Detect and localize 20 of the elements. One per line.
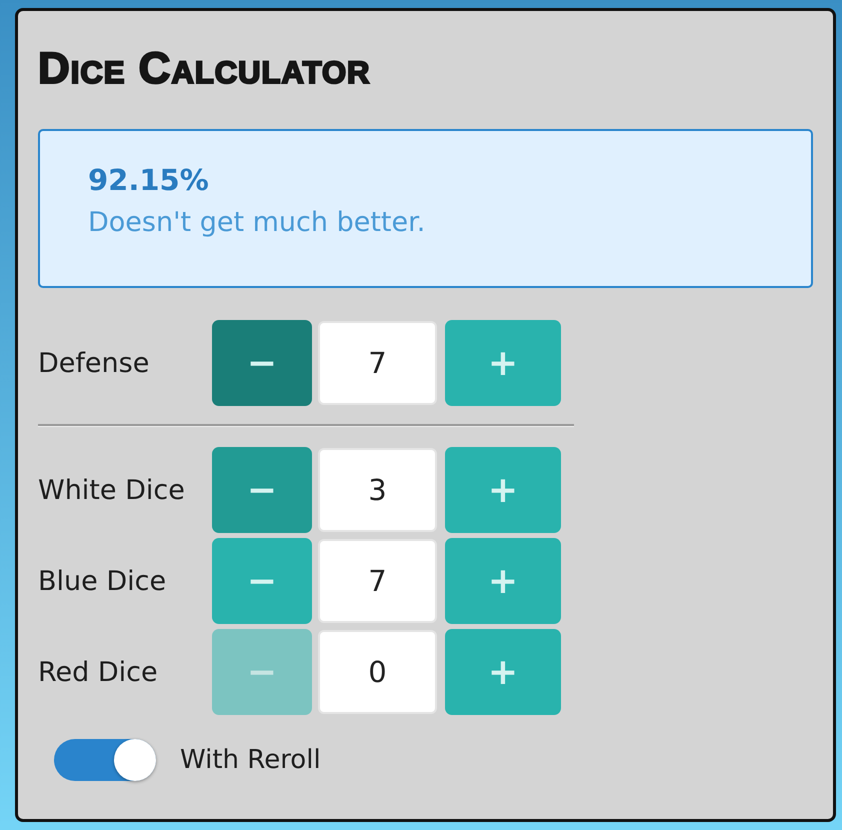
row-label: Defense	[38, 348, 150, 378]
value-field[interactable]: 3	[318, 448, 437, 532]
row-label: Blue Dice	[38, 566, 168, 596]
result-message: Doesn't get much better.	[88, 207, 426, 238]
increment-button[interactable]: +	[445, 447, 561, 533]
increment-button[interactable]: +	[445, 629, 561, 715]
value-field[interactable]: 7	[318, 321, 437, 405]
increment-button[interactable]: +	[445, 538, 561, 624]
toggle-label: With Reroll	[180, 745, 321, 775]
decrement-button[interactable]: −	[212, 447, 312, 533]
panel-title: Dice Calculator	[38, 43, 370, 95]
decrement-button[interactable]: −	[212, 538, 312, 624]
value-field[interactable]: 7	[318, 539, 437, 623]
toggle-switch[interactable]	[54, 739, 156, 781]
value-field[interactable]: 0	[318, 630, 437, 714]
increment-button[interactable]: +	[445, 320, 561, 406]
row-label: White Dice	[38, 474, 186, 506]
percentage-text: 92.15%	[88, 163, 209, 197]
decrement-button[interactable]: −	[212, 320, 312, 406]
row-label: Red Dice	[38, 656, 159, 688]
